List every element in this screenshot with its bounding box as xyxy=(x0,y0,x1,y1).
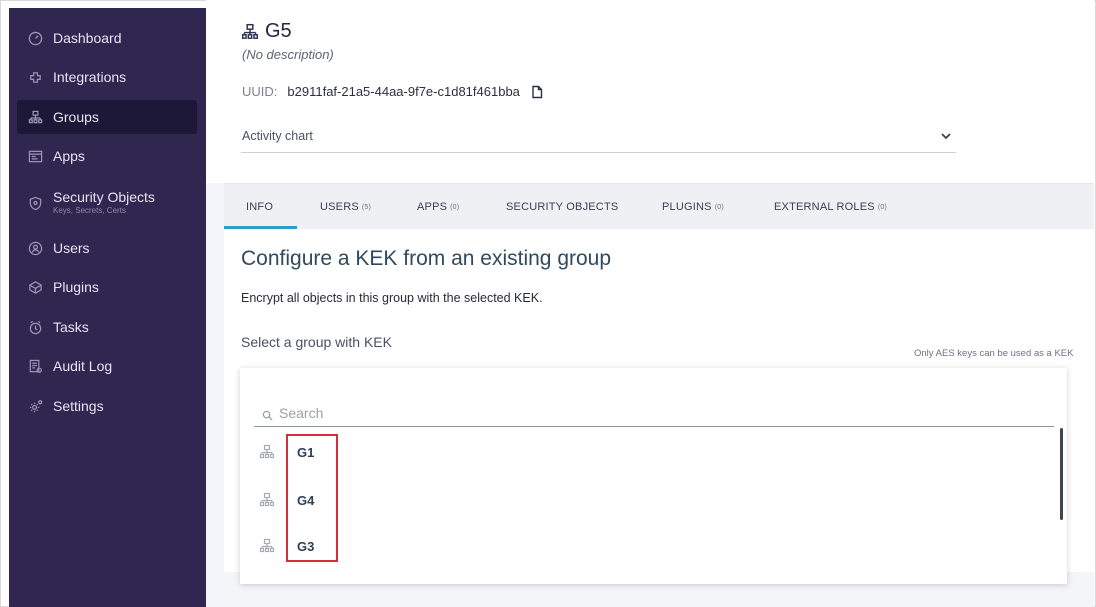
tab-external-roles[interactable]: EXTERNAL ROLES (0) xyxy=(774,184,887,230)
settings-icon xyxy=(27,398,43,414)
sidebar: Dashboard Integrations Groups Apps Secur… xyxy=(9,8,206,607)
audit-log-icon xyxy=(27,358,43,374)
sidebar-item-integrations[interactable]: Integrations xyxy=(17,60,197,94)
page-title-row: G5 xyxy=(241,20,292,43)
tab-count: (0) xyxy=(450,203,460,211)
section-subtitle: Encrypt all objects in this group with t… xyxy=(241,291,543,305)
sidebar-item-label: Apps xyxy=(53,148,85,164)
group-description: (No description) xyxy=(242,47,334,62)
tab-count: (0) xyxy=(714,203,724,211)
tab-count: (5) xyxy=(361,203,372,211)
sidebar-item-sublabel: Keys, Secrets, Certs xyxy=(53,206,126,216)
groups-icon xyxy=(27,109,43,125)
security-objects-icon xyxy=(27,195,43,211)
sidebar-item-label: Groups xyxy=(53,109,99,125)
group-option-g1[interactable]: G1 xyxy=(254,434,1034,470)
groups-icon xyxy=(259,538,275,554)
page-title: G5 xyxy=(265,20,292,42)
tab-apps[interactable]: APPS (0) xyxy=(417,184,459,230)
tasks-icon xyxy=(27,319,43,335)
tab-users[interactable]: USERS (5) xyxy=(320,184,371,230)
sidebar-item-settings[interactable]: Settings xyxy=(17,389,197,423)
sidebar-item-label: Audit Log xyxy=(53,358,113,374)
sidebar-item-label: Plugins xyxy=(53,279,99,295)
uuid-row: UUID: b2911faf-21a5-44aa-9f7e-c1d81f461b… xyxy=(242,84,544,99)
tab-label: APPS xyxy=(417,201,448,213)
sidebar-item-dashboard[interactable]: Dashboard xyxy=(17,21,197,55)
search-icon xyxy=(262,408,273,421)
groups-icon xyxy=(241,23,259,41)
sidebar-item-apps[interactable]: Apps xyxy=(17,139,197,173)
section-heading: Configure a KEK from an existing group xyxy=(241,247,612,270)
activity-chart-toggle[interactable]: Activity chart xyxy=(241,120,956,153)
dropdown-scrollbar[interactable] xyxy=(1060,428,1063,520)
tab-label: PLUGINS xyxy=(662,201,712,213)
tab-label: SECURITY OBJECTS xyxy=(506,201,619,213)
sidebar-item-label: Security Objects xyxy=(53,188,155,205)
tab-security-objects[interactable]: SECURITY OBJECTS xyxy=(506,184,618,230)
sidebar-item-label: Users xyxy=(53,240,90,256)
sidebar-item-groups[interactable]: Groups xyxy=(17,100,197,134)
users-icon xyxy=(27,240,43,256)
groups-icon xyxy=(259,492,275,508)
tab-count: (0) xyxy=(877,203,887,211)
copy-icon[interactable] xyxy=(530,85,544,99)
tab-info[interactable]: INFO xyxy=(246,184,273,230)
plugins-icon xyxy=(27,279,43,295)
tab-label: EXTERNAL ROLES xyxy=(774,201,875,213)
sidebar-item-label: Dashboard xyxy=(53,30,122,46)
highlight-annotation-box xyxy=(286,434,338,562)
group-option-g4[interactable]: G4 xyxy=(254,482,1034,518)
sidebar-item-label: Integrations xyxy=(53,69,127,85)
sidebar-item-audit-log[interactable]: Audit Log xyxy=(17,349,197,383)
sidebar-item-users[interactable]: Users xyxy=(17,231,197,265)
search-input[interactable]: Search xyxy=(254,400,1054,427)
dashboard-icon xyxy=(27,30,43,46)
apps-icon xyxy=(27,148,43,164)
select-group-label: Select a group with KEK xyxy=(241,334,392,350)
tab-bar: INFO USERS (5) APPS (0) SECURITY OBJECTS… xyxy=(224,183,1094,229)
chevron-down-icon xyxy=(940,130,952,142)
sidebar-item-security-objects[interactable]: Security Objects Keys, Secrets, Certs xyxy=(17,183,197,223)
groups-icon xyxy=(259,444,275,460)
tab-label: INFO xyxy=(246,201,274,213)
tab-plugins[interactable]: PLUGINS (0) xyxy=(662,184,724,230)
search-placeholder: Search xyxy=(279,405,324,421)
group-header: G5 (No description) UUID: b2911faf-21a5-… xyxy=(206,0,1094,183)
aes-hint: Only AES keys can be used as a KEK xyxy=(914,348,1074,359)
uuid-value: b2911faf-21a5-44aa-9f7e-c1d81f461bba xyxy=(287,84,520,99)
group-option-g3[interactable]: G3 xyxy=(254,528,1034,564)
uuid-label: UUID: xyxy=(242,84,278,99)
sidebar-item-plugins[interactable]: Plugins xyxy=(17,270,197,304)
group-select-dropdown: Search G1 G4 G3 xyxy=(240,368,1067,584)
integrations-icon xyxy=(27,69,43,85)
sidebar-item-tasks[interactable]: Tasks xyxy=(17,310,197,344)
activity-chart-label: Activity chart xyxy=(242,129,313,143)
sidebar-item-label: Settings xyxy=(53,398,104,414)
sidebar-item-label: Tasks xyxy=(53,319,89,335)
tab-label: USERS xyxy=(320,201,359,213)
